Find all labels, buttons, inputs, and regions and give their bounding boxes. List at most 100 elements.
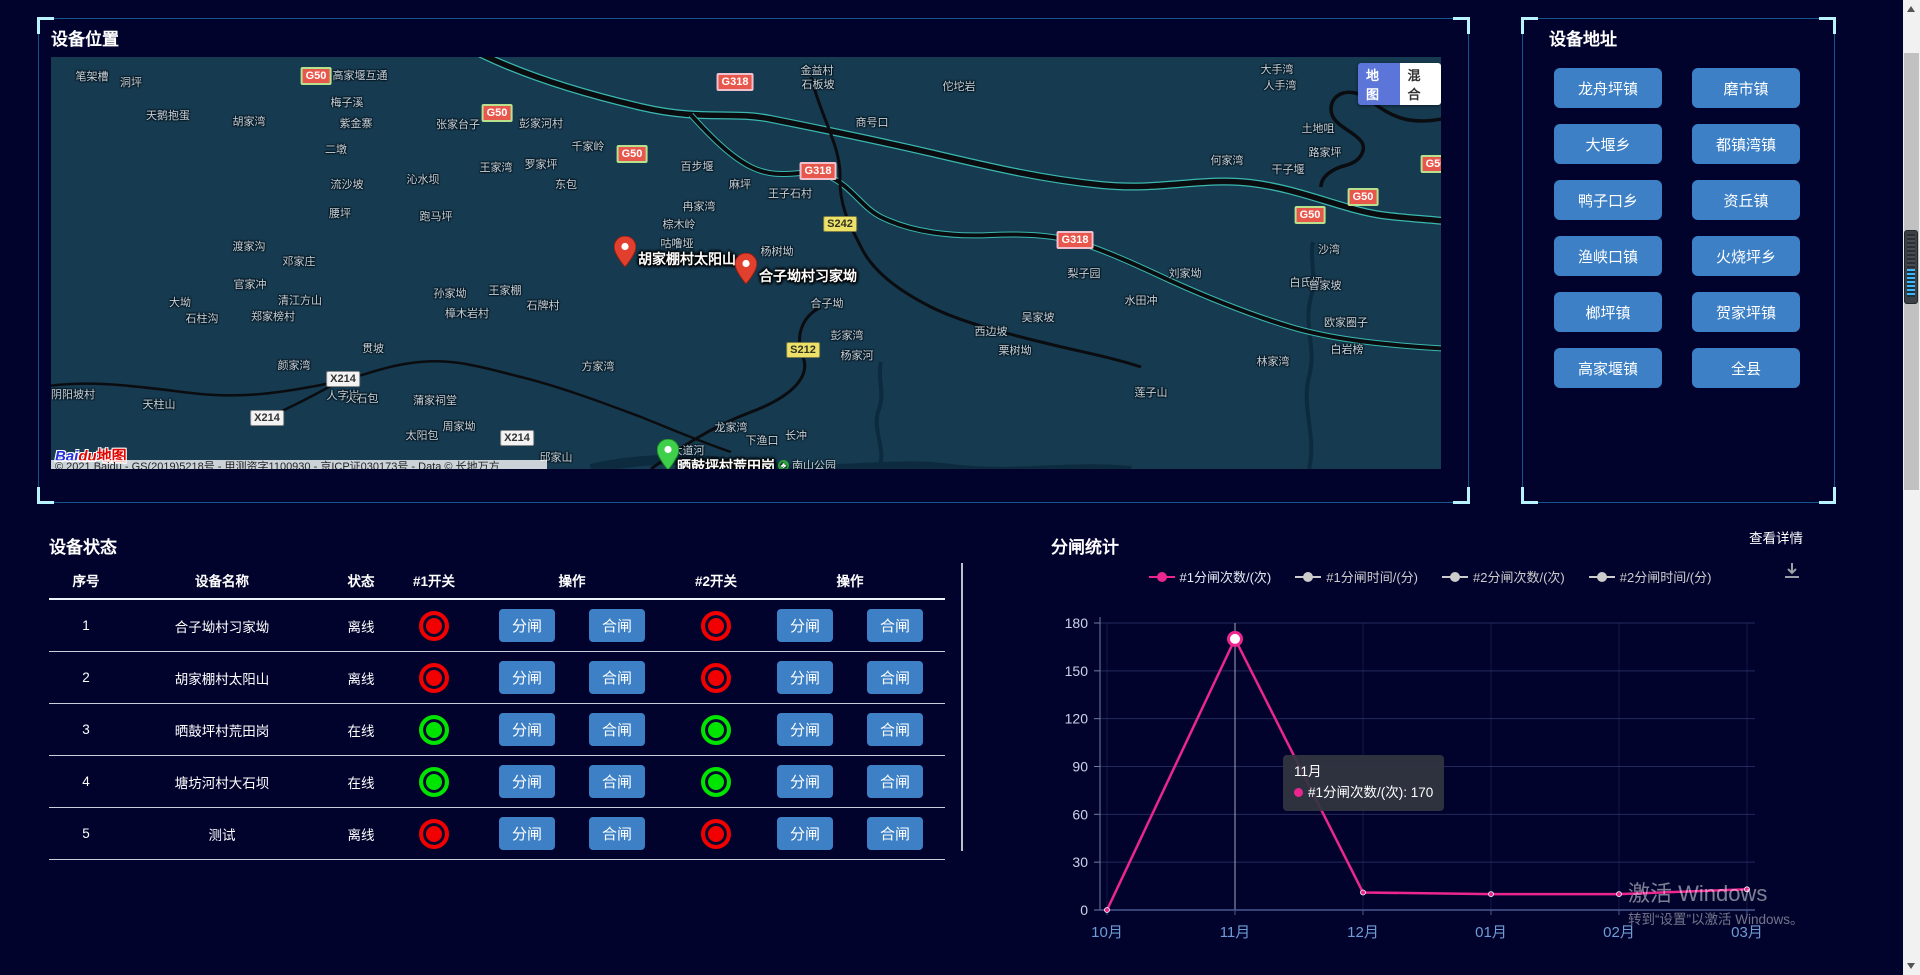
address-button[interactable]: 磨市镇 xyxy=(1692,68,1800,108)
map-place-label: 郑家榜村 xyxy=(251,308,295,324)
road-badge-g50: G50 xyxy=(1421,155,1441,173)
windows-activation-watermark-sub: 转到“设置”以激活 Windows。 xyxy=(1628,908,1804,928)
switch1-indicator-red xyxy=(419,663,449,693)
close-switch-button[interactable]: 合闸 xyxy=(867,713,923,746)
map-place-label: 曾家坡 xyxy=(1309,277,1342,293)
axis-tick-label: 11月 xyxy=(1220,924,1251,941)
close-switch-button[interactable]: 合闸 xyxy=(589,609,645,642)
cell-index: 5 xyxy=(49,826,123,841)
cell-switch1 xyxy=(401,663,467,693)
corner-decor xyxy=(1521,487,1538,504)
address-button[interactable]: 全县 xyxy=(1692,348,1800,388)
open-switch-button[interactable]: 分闸 xyxy=(499,609,555,642)
road-badge-g318: G318 xyxy=(800,162,837,180)
cell-actions2: 分闸 合闸 xyxy=(755,609,945,642)
close-switch-button[interactable]: 合闸 xyxy=(589,817,645,850)
map-place-label: 人手湾 xyxy=(1264,77,1297,93)
road-badge-g50: G50 xyxy=(1348,188,1379,206)
close-switch-button[interactable]: 合闸 xyxy=(867,817,923,850)
column-header: 操作 xyxy=(467,570,677,590)
open-switch-button[interactable]: 分闸 xyxy=(777,609,833,642)
park-name: 南山公园 xyxy=(792,457,836,469)
close-switch-button[interactable]: 合闸 xyxy=(867,765,923,798)
page-scrollbar[interactable] xyxy=(1903,0,1920,975)
map-type-map-button[interactable]: 地图 xyxy=(1358,63,1400,105)
table-row: 1合子坳村习家坳离线分闸合闸分闸合闸 xyxy=(49,600,945,652)
map-place-label: 彭家湾 xyxy=(831,327,864,343)
close-switch-button[interactable]: 合闸 xyxy=(867,661,923,694)
map-place-label: 贯坡 xyxy=(362,340,384,356)
map-place-label: 洞坪 xyxy=(120,74,142,90)
corner-decor xyxy=(1453,17,1470,34)
scrollbar-overlay-widget[interactable] xyxy=(1904,230,1918,304)
scrollbar-up-arrow-icon[interactable] xyxy=(1907,6,1915,12)
open-switch-button[interactable]: 分闸 xyxy=(499,713,555,746)
map-place-label: 龙家湾 xyxy=(715,419,748,435)
switch1-indicator-green xyxy=(419,715,449,745)
cell-switch1 xyxy=(401,611,467,641)
table-scrollbar[interactable] xyxy=(961,563,963,851)
address-button[interactable]: 贺家坪镇 xyxy=(1692,292,1800,332)
close-switch-button[interactable]: 合闸 xyxy=(589,713,645,746)
map-place-label: 方家湾 xyxy=(582,358,615,374)
cell-device-name: 测试 xyxy=(123,824,321,844)
column-header: 操作 xyxy=(755,570,945,590)
address-button[interactable]: 鸭子口乡 xyxy=(1554,180,1662,220)
map-place-label: 张家台子 xyxy=(436,116,480,132)
corner-decor xyxy=(1521,17,1538,34)
device-pin-green[interactable] xyxy=(657,439,679,469)
address-button[interactable]: 渔峡口镇 xyxy=(1554,236,1662,276)
map-place-label: 白岩榜 xyxy=(1331,341,1364,357)
close-switch-button[interactable]: 合闸 xyxy=(589,765,645,798)
address-button[interactable]: 都镇湾镇 xyxy=(1692,124,1800,164)
map-place-label: 大坳 xyxy=(169,294,191,310)
map-place-label: 路家坪 xyxy=(1309,144,1342,160)
map-place-label: 千家岭 xyxy=(572,138,605,154)
map-place-label: 佗坨岩 xyxy=(943,78,976,94)
cell-status: 在线 xyxy=(321,772,401,792)
cell-status: 离线 xyxy=(321,616,401,636)
column-header: 状态 xyxy=(321,570,401,590)
address-button[interactable]: 火烧坪乡 xyxy=(1692,236,1800,276)
device-status-table: 序号设备名称状态#1开关操作#2开关操作1合子坳村习家坳离线分闸合闸分闸合闸2胡… xyxy=(49,562,945,860)
open-switch-button[interactable]: 分闸 xyxy=(777,661,833,694)
cell-status: 在线 xyxy=(321,720,401,740)
open-switch-button[interactable]: 分闸 xyxy=(499,817,555,850)
map-place-label: 冉家湾 xyxy=(683,198,716,214)
open-switch-button[interactable]: 分闸 xyxy=(777,817,833,850)
road-badge-g318: G318 xyxy=(717,73,754,91)
cell-actions2: 分闸 合闸 xyxy=(755,817,945,850)
address-button[interactable]: 榔坪镇 xyxy=(1554,292,1662,332)
switch1-indicator-green xyxy=(419,767,449,797)
data-point xyxy=(1361,890,1366,895)
map-place-label: 颜家湾 xyxy=(278,357,311,373)
axis-tick-label: 60 xyxy=(1072,806,1088,822)
open-switch-button[interactable]: 分闸 xyxy=(777,765,833,798)
map-place-label: 合子坳 xyxy=(811,295,844,311)
address-button[interactable]: 大堰乡 xyxy=(1554,124,1662,164)
axis-tick-label: 90 xyxy=(1072,759,1088,775)
map-place-label: 石牌村 xyxy=(527,297,560,313)
device-pin-red[interactable] xyxy=(735,253,757,289)
road-badge-x214: X214 xyxy=(250,410,284,426)
cell-switch2 xyxy=(677,767,755,797)
windows-activation-watermark: 激活 Windows xyxy=(1628,876,1767,908)
map-place-label: 火石包 xyxy=(346,390,379,406)
device-pin-red[interactable] xyxy=(614,236,636,272)
address-button[interactable]: 资丘镇 xyxy=(1692,180,1800,220)
map-place-label: 天柱山 xyxy=(143,396,176,412)
map-place-label: 彭家河村 xyxy=(519,115,563,131)
open-switch-button[interactable]: 分闸 xyxy=(499,765,555,798)
close-switch-button[interactable]: 合闸 xyxy=(867,609,923,642)
baidu-map[interactable]: 笔架槽洞坪天鹅抱蛋胡家湾梅子溪紫金寨二墩高家堰互通张家台子彭家河村千家岭百步堰王… xyxy=(51,57,1441,469)
table-row: 3晒鼓坪村荒田岗在线分闸合闸分闸合闸 xyxy=(49,704,945,756)
map-type-hybrid-button[interactable]: 混合 xyxy=(1400,63,1442,105)
open-switch-button[interactable]: 分闸 xyxy=(499,661,555,694)
close-switch-button[interactable]: 合闸 xyxy=(589,661,645,694)
address-button[interactable]: 高家堰镇 xyxy=(1554,348,1662,388)
map-place-label: 吴家坡 xyxy=(1022,309,1055,325)
scrollbar-down-arrow-icon[interactable] xyxy=(1907,963,1915,969)
address-button[interactable]: 龙舟坪镇 xyxy=(1554,68,1662,108)
open-switch-button[interactable]: 分闸 xyxy=(777,713,833,746)
map-copyright: © 2021 Baidu - GS(2019)5218号 - 甲测资字11009… xyxy=(51,460,547,469)
